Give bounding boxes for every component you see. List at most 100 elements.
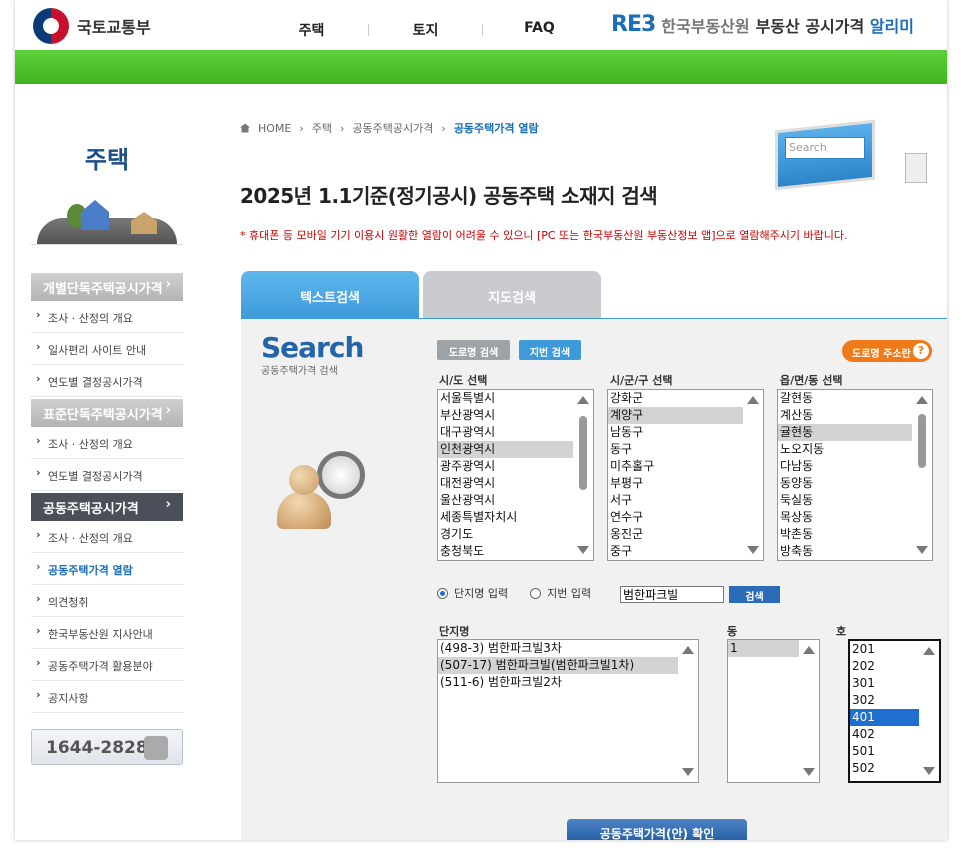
sidebar-item-survey-overview[interactable]: 조사 · 산정의 개요 <box>31 427 183 459</box>
list-option[interactable]: 대전광역시 <box>438 475 573 492</box>
list-option[interactable]: 귤현동 <box>778 424 912 441</box>
scrollbar-thumb[interactable] <box>579 416 587 490</box>
jibun-search-button[interactable]: 지번 검색 <box>519 340 581 360</box>
sidebar-item-apartment-view[interactable]: 공동주택가격 열람 <box>31 553 183 585</box>
list-option[interactable]: 계양구 <box>608 407 743 424</box>
scroll-up-arrow-icon[interactable] <box>682 646 694 654</box>
radio-jibun[interactable] <box>530 587 542 599</box>
list-option[interactable]: 계산동 <box>778 407 912 424</box>
sidebar-section-standard-house[interactable]: 표준단독주택공시가격 › <box>31 399 183 427</box>
road-name-search-button[interactable]: 도로명 검색 <box>437 340 510 360</box>
list-option[interactable]: 302 <box>850 692 919 709</box>
list-option[interactable]: 미추홀구 <box>608 458 743 475</box>
breadcrumb-housing[interactable]: 주택 <box>312 120 332 136</box>
list-option[interactable]: 대구광역시 <box>438 424 573 441</box>
list-option[interactable]: 목상동 <box>778 509 912 526</box>
list-option[interactable]: 경기도 <box>438 526 573 543</box>
breadcrumb-apartment[interactable]: 공동주택공시가격 <box>352 120 433 136</box>
sidebar-item-survey-overview[interactable]: 조사 · 산정의 개요 <box>31 301 183 333</box>
ho-listbox[interactable]: 201 202 301 302 401 402 501 502 <box>848 639 941 783</box>
scroll-down-arrow-icon[interactable] <box>803 768 815 776</box>
sido-listbox[interactable]: 서울특별시 부산광역시 대구광역시 인천광역시 광주광역시 대전광역시 울산광역시 세종특별자… <box>437 389 594 561</box>
scroll-down-arrow-icon[interactable] <box>916 546 928 554</box>
list-option[interactable]: 502 <box>850 760 919 777</box>
sidebar-item-yearly-price[interactable]: 연도별 결정공시가격 <box>31 365 183 397</box>
scroll-up-arrow-icon[interactable] <box>747 396 759 404</box>
scroll-up-arrow-icon[interactable] <box>916 396 928 404</box>
list-option[interactable]: 강화군 <box>608 390 743 407</box>
sidebar-item-notices[interactable]: 공지사항 <box>31 681 183 713</box>
nav-faq[interactable]: FAQ <box>483 20 596 40</box>
list-option[interactable]: 동구 <box>608 441 743 458</box>
list-option[interactable]: 201 <box>850 641 919 658</box>
list-option[interactable]: 박촌동 <box>778 526 912 543</box>
radio-danji-label[interactable]: 단지명 입력 <box>454 585 508 601</box>
scrollbar[interactable] <box>678 640 698 782</box>
list-option[interactable]: 세종특별자치시 <box>438 509 573 526</box>
radio-jibun-label[interactable]: 지번 입력 <box>547 585 591 601</box>
list-option[interactable]: (511-6) 범한파크빌2차 <box>438 674 678 691</box>
sidebar-item-usage[interactable]: 공동주택가격 활용분야 <box>31 649 183 681</box>
sigungu-listbox[interactable]: 강화군 계양구 남동구 동구 미추홀구 부평구 서구 연수구 옹진군 중구 <box>607 389 764 561</box>
scrollbar-thumb[interactable] <box>918 414 926 468</box>
list-option[interactable]: 301 <box>850 675 919 692</box>
list-option[interactable]: 동양동 <box>778 475 912 492</box>
scroll-up-arrow-icon[interactable] <box>923 647 935 655</box>
sidebar-item-opinion[interactable]: 의견청취 <box>31 585 183 617</box>
tab-text-search[interactable]: 텍스트검색 <box>241 271 419 318</box>
list-option[interactable]: 402 <box>850 726 919 743</box>
ministry-logo[interactable]: 국토교통부 <box>33 8 151 44</box>
list-option[interactable]: 남동구 <box>608 424 743 441</box>
scroll-down-arrow-icon[interactable] <box>747 546 759 554</box>
list-option[interactable]: 다남동 <box>778 458 912 475</box>
list-option[interactable]: 서울특별시 <box>438 390 573 407</box>
list-option[interactable]: 401 <box>850 709 919 726</box>
list-option[interactable]: 501 <box>850 743 919 760</box>
scrollbar[interactable] <box>573 390 593 560</box>
scrollbar[interactable] <box>799 640 819 782</box>
radio-danji[interactable] <box>437 587 448 599</box>
bldg-listbox[interactable]: 1 <box>727 639 820 783</box>
nav-housing[interactable]: 주택 <box>255 20 368 40</box>
search-button[interactable]: 검색 <box>729 586 780 603</box>
scroll-down-arrow-icon[interactable] <box>923 767 935 775</box>
scrollbar[interactable] <box>919 641 939 781</box>
list-option[interactable]: 옹진군 <box>608 526 743 543</box>
list-option[interactable]: 충청북도 <box>438 543 573 560</box>
nav-land[interactable]: 토지 <box>369 20 482 40</box>
list-option[interactable]: (507-17) 범한파크빌(범한파크빌1차) <box>438 657 678 674</box>
reb-brand[interactable]: RE3 한국부동산원 부동산 공시가격 알리미 <box>611 12 914 37</box>
complex-name-input[interactable] <box>620 586 724 603</box>
list-option[interactable]: 갈현동 <box>778 390 912 407</box>
list-option[interactable]: 중구 <box>608 543 743 560</box>
list-option[interactable]: 1 <box>728 640 799 657</box>
tab-map-search[interactable]: 지도검색 <box>423 271 601 318</box>
list-option[interactable]: 울산광역시 <box>438 492 573 509</box>
list-option[interactable]: (498-3) 범한파크빌3차 <box>438 640 678 657</box>
sidebar-section-individual-house[interactable]: 개별단독주택공시가격 › <box>31 273 183 301</box>
confirm-price-button[interactable]: 공동주택가격(안) 확인 <box>567 819 747 840</box>
list-option[interactable]: 부산광역시 <box>438 407 573 424</box>
scrollbar[interactable] <box>912 390 932 560</box>
list-option[interactable]: 연수구 <box>608 509 743 526</box>
list-option[interactable]: 광주광역시 <box>438 458 573 475</box>
road-address-button[interactable]: 도로명 주소란? <box>842 340 932 362</box>
scroll-up-arrow-icon[interactable] <box>577 396 589 404</box>
scroll-up-arrow-icon[interactable] <box>803 646 815 654</box>
sidebar-item-survey-overview[interactable]: 조사 · 산정의 개요 <box>31 521 183 553</box>
list-option[interactable]: 서구 <box>608 492 743 509</box>
emd-listbox[interactable]: 갈현동 계산동 귤현동 노오지동 다남동 동양동 둑실동 목상동 박촌동 방축동 <box>777 389 933 561</box>
breadcrumb-home[interactable]: HOME <box>258 122 291 135</box>
list-option[interactable]: 노오지동 <box>778 441 912 458</box>
scroll-down-arrow-icon[interactable] <box>682 768 694 776</box>
sidebar-section-apartment[interactable]: 공동주택공시가격 › <box>31 493 183 521</box>
sidebar-item-branches[interactable]: 한국부동산원 지사안내 <box>31 617 183 649</box>
list-option[interactable]: 둑실동 <box>778 492 912 509</box>
danji-listbox[interactable]: (498-3) 범한파크빌3차 (507-17) 범한파크빌(범한파크빌1차) (5… <box>437 639 699 783</box>
sidebar-item-ilsa-site[interactable]: 일사편리 사이트 안내 <box>31 333 183 365</box>
list-option[interactable]: 부평구 <box>608 475 743 492</box>
list-option[interactable]: 202 <box>850 658 919 675</box>
list-option[interactable]: 인천광역시 <box>438 441 573 458</box>
list-option[interactable]: 방축동 <box>778 543 912 560</box>
scroll-down-arrow-icon[interactable] <box>577 546 589 554</box>
